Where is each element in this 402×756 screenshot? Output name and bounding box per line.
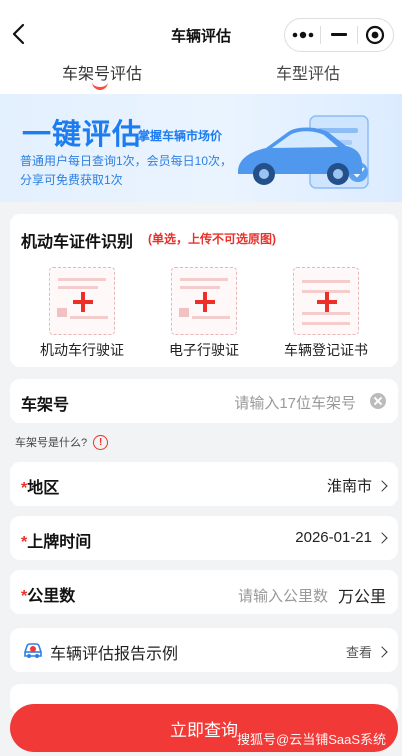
report-example-row[interactable]: 车辆评估报告示例 查看	[10, 628, 398, 672]
region-row[interactable]: *地区 淮南市	[10, 462, 398, 506]
doc-line	[180, 278, 228, 281]
report-example-label: 车辆评估报告示例	[50, 646, 179, 663]
active-tab-indicator	[92, 82, 108, 90]
promo-banner: 一键评估 掌握车辆市场价 普通用户每日查询1次，会员每日10次， 分享可免费获取…	[0, 94, 402, 202]
minimize-icon[interactable]	[321, 19, 356, 51]
doc-line	[302, 280, 350, 283]
doc-line	[302, 312, 350, 315]
view-report-link[interactable]: 查看	[345, 642, 388, 661]
doc-line	[302, 322, 350, 325]
doc-line	[180, 286, 220, 289]
chevron-right-icon	[376, 531, 388, 544]
vin-help[interactable]: 车架号是什么? !	[15, 434, 109, 450]
region-label: *地区	[21, 474, 59, 498]
nav-bar: 车辆评估	[0, 0, 402, 60]
mileage-placeholder: 请输入公里数	[237, 587, 328, 605]
banner-quota-line: 普通用户每日查询1次，会员每日10次，	[20, 154, 233, 168]
mileage-field[interactable]: 请输入公里数 万公里	[238, 583, 386, 607]
clear-input-icon[interactable]	[370, 393, 386, 409]
chevron-right-icon	[376, 645, 388, 658]
upload-section-title: 机动车证件识别	[21, 234, 134, 251]
more-menu-icon[interactable]	[285, 19, 320, 51]
upload-section-note: (单选，上传不可选原图)	[148, 232, 276, 246]
watermark-text: 搜狐号@云当铺SaaS系统	[237, 732, 386, 747]
region-value: 淮南市	[326, 475, 388, 496]
registration-date-label-text: 上牌时间	[27, 534, 92, 551]
registration-date-value-text: 2026-01-21	[295, 529, 372, 546]
doc-stamp	[57, 308, 67, 317]
upload-vehicle-license[interactable]	[49, 267, 115, 335]
vin-help-text: 车架号是什么?	[15, 437, 88, 449]
vin-placeholder: 请输入17位车架号	[234, 395, 356, 412]
region-value-text: 淮南市	[326, 478, 372, 495]
mileage-row: *公里数 请输入公里数 万公里	[10, 570, 398, 614]
car-report-icon	[24, 643, 42, 658]
banner-share-line: 分享可免费获取1次	[20, 173, 123, 187]
upload-registration-certificate[interactable]	[293, 267, 359, 335]
mini-program-capsule	[284, 18, 394, 52]
add-plus-icon	[203, 292, 207, 312]
registration-date-label: *上牌时间	[21, 528, 91, 552]
registration-date-row[interactable]: *上牌时间 2026-01-21	[10, 516, 398, 560]
tab-model-evaluation[interactable]: 车型评估	[276, 60, 340, 84]
add-plus-icon	[325, 292, 329, 312]
banner-title: 一键评估	[22, 119, 143, 151]
doc-stamp	[179, 308, 189, 317]
view-report-text: 查看	[345, 645, 372, 660]
doc-label-electronic-license: 电子行驶证	[169, 342, 239, 358]
banner-subtitle: 掌握车辆市场价	[138, 129, 223, 143]
upload-electronic-license[interactable]	[171, 267, 237, 335]
doc-label-vehicle-license: 机动车行驶证	[40, 342, 124, 358]
mileage-label: *公里数	[21, 582, 75, 606]
doc-line	[70, 316, 108, 319]
close-target-icon[interactable]	[358, 19, 393, 51]
info-exclamation-icon: !	[93, 434, 109, 450]
add-plus-icon	[81, 292, 85, 312]
chevron-right-icon	[376, 479, 388, 492]
doc-label-registration-certificate: 车辆登记证书	[284, 342, 368, 358]
license-recognition-card: 机动车证件识别 (单选，上传不可选原图) 机动车行驶证 电子行驶证 车辆登记证书	[10, 214, 398, 367]
vin-label: 车架号	[21, 397, 70, 414]
mileage-unit: 万公里	[337, 589, 386, 606]
doc-line	[58, 278, 106, 281]
mileage-label-text: 公里数	[27, 588, 76, 605]
evaluation-tabs: 车架号评估 车型评估	[0, 52, 402, 94]
registration-date-value: 2026-01-21	[295, 529, 388, 546]
tab-vin-evaluation[interactable]: 车架号评估	[62, 60, 142, 84]
doc-line	[58, 286, 98, 289]
region-label-text: 地区	[27, 480, 60, 497]
doc-line	[192, 316, 230, 319]
vin-input[interactable]: 请输入17位车架号	[234, 392, 356, 413]
car-evaluation-illustration	[238, 115, 369, 189]
vin-row: 车架号 请输入17位车架号	[10, 379, 398, 423]
